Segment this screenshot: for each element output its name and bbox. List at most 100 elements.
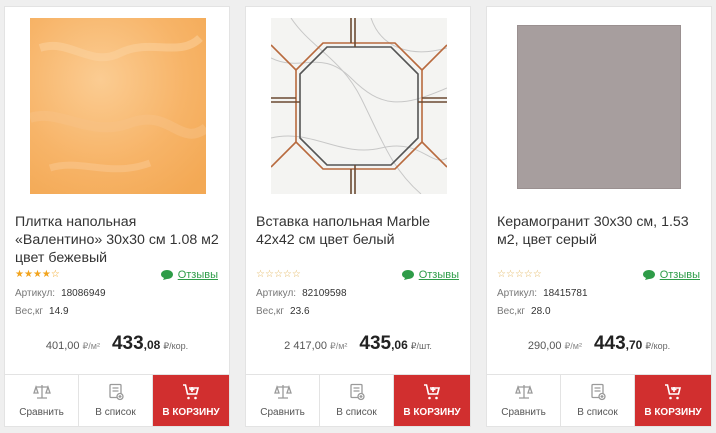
product-title[interactable]: Плитка напольная «Валентино» 30х30 см 1.… [15,213,227,267]
price-cents: ,70 [625,338,643,352]
compare-label: Сравнить [19,407,64,418]
sku-label: Артикул: [15,288,56,299]
list-icon [108,383,124,401]
cart-icon [183,384,200,400]
speech-bubble-icon [401,270,414,280]
price-row: 2 417,00 ₽/м² 435,06 ₽/шт. [246,333,470,357]
product-card: Вставка напольная Marble 42х42 см цвет б… [245,6,471,427]
weight-value: 23.6 [290,306,310,317]
unit-price-unit: ₽/м² [564,341,582,351]
compare-button[interactable]: Сравнить [246,375,320,426]
price-row: 401,00 ₽/м² 433,08 ₽/кор. [5,333,229,357]
weight-line: Вес,кг 23.6 [256,306,310,317]
card-actions: Сравнить В список В КОРЗИНУ [487,374,711,426]
sku-label: Артикул: [497,288,538,299]
reviews-label: Отзывы [659,269,700,281]
star-outline-icon: ☆ [523,269,533,280]
reviews-link[interactable]: Отзывы [401,269,459,281]
price-int: 435 [359,333,392,354]
star-outline-icon: ☆ [264,269,274,280]
price-unit: ₽/кор. [645,341,671,351]
weight-line: Вес,кг 14.9 [15,306,69,317]
star-outline-icon: ☆ [273,269,283,280]
add-to-list-button[interactable]: В список [320,375,394,426]
marble-insert-image [271,18,447,194]
speech-bubble-icon [642,270,655,280]
unit-price: 401,00 ₽/м² [46,340,100,352]
add-to-list-button[interactable]: В список [79,375,153,426]
reviews-link[interactable]: Отзывы [160,269,218,281]
price-int: 443 [593,333,626,354]
sku-value: 82109598 [302,288,347,299]
reviews-label: Отзывы [418,269,459,281]
price-cents: ,06 [391,338,408,352]
sku-value: 18086949 [61,288,106,299]
product-card: Керамогранит 30х30 см, 1.53 м2, цвет сер… [486,6,712,427]
product-title[interactable]: Керамогранит 30х30 см, 1.53 м2, цвет сер… [497,213,709,249]
main-price: 435,06 ₽/шт. [359,333,431,355]
weight-line: Вес,кг 28.0 [497,306,551,317]
sku-label: Артикул: [256,288,297,299]
price-unit: ₽/кор. [163,341,189,351]
weight-label: Вес,кг [256,306,285,317]
product-card: Плитка напольная «Валентино» 30х30 см 1.… [4,6,230,427]
scales-icon [514,384,533,399]
star-icon: ★ [32,269,42,280]
cart-icon [665,384,682,400]
reviews-link[interactable]: Отзывы [642,269,700,281]
cart-label: В КОРЗИНУ [162,407,220,418]
main-price: 443,70 ₽/кор. [594,333,670,355]
scales-icon [32,384,51,399]
star-outline-icon: ☆ [50,269,60,280]
reviews-label: Отзывы [177,269,218,281]
price-int: 433 [111,333,144,354]
unit-price-unit: ₽/м² [82,341,100,351]
unit-price-value: 401,00 [45,340,80,352]
product-image[interactable] [271,18,447,194]
scales-icon [273,384,292,399]
list-icon [349,383,365,401]
compare-label: Сравнить [260,407,305,418]
list-label: В список [95,407,136,418]
add-to-cart-button[interactable]: В КОРЗИНУ [635,375,711,426]
card-actions: Сравнить В список В КОРЗИНУ [5,374,229,426]
main-price: 433,08 ₽/кор. [112,333,188,355]
list-label: В список [577,407,618,418]
rating-stars: ☆☆☆☆☆ [497,269,542,280]
star-outline-icon: ☆ [256,269,265,280]
compare-label: Сравнить [501,407,546,418]
tile-beige-image [30,18,206,194]
product-image[interactable] [30,18,206,194]
cart-label: В КОРЗИНУ [403,407,461,418]
unit-price-value: 290,00 [527,340,562,352]
weight-label: Вес,кг [497,306,526,317]
rating-stars: ★★★★☆ [15,269,60,280]
list-icon [590,383,606,401]
sku-line: Артикул: 82109598 [256,288,347,299]
rating-stars: ☆☆☆☆☆ [256,269,301,280]
star-outline-icon: ☆ [505,269,515,280]
star-outline-icon: ☆ [291,269,301,280]
price-unit: ₽/шт. [410,341,432,351]
unit-price: 2 417,00 ₽/м² [284,340,347,352]
sku-value: 18415781 [543,288,588,299]
unit-price: 290,00 ₽/м² [528,340,582,352]
product-image[interactable] [517,25,681,189]
star-icon: ★ [41,269,51,280]
star-outline-icon: ☆ [532,269,542,280]
gray-tile-image [517,25,681,189]
star-outline-icon: ☆ [282,269,292,280]
cart-label: В КОРЗИНУ [644,407,702,418]
star-outline-icon: ☆ [514,269,524,280]
add-to-cart-button[interactable]: В КОРЗИНУ [153,375,229,426]
price-row: 290,00 ₽/м² 443,70 ₽/кор. [487,333,711,357]
cart-icon [424,384,441,400]
product-title[interactable]: Вставка напольная Marble 42х42 см цвет б… [256,213,468,249]
sku-line: Артикул: 18086949 [15,288,106,299]
price-cents: ,08 [143,338,161,352]
compare-button[interactable]: Сравнить [487,375,561,426]
weight-label: Вес,кг [15,306,44,317]
add-to-list-button[interactable]: В список [561,375,635,426]
compare-button[interactable]: Сравнить [5,375,79,426]
add-to-cart-button[interactable]: В КОРЗИНУ [394,375,470,426]
